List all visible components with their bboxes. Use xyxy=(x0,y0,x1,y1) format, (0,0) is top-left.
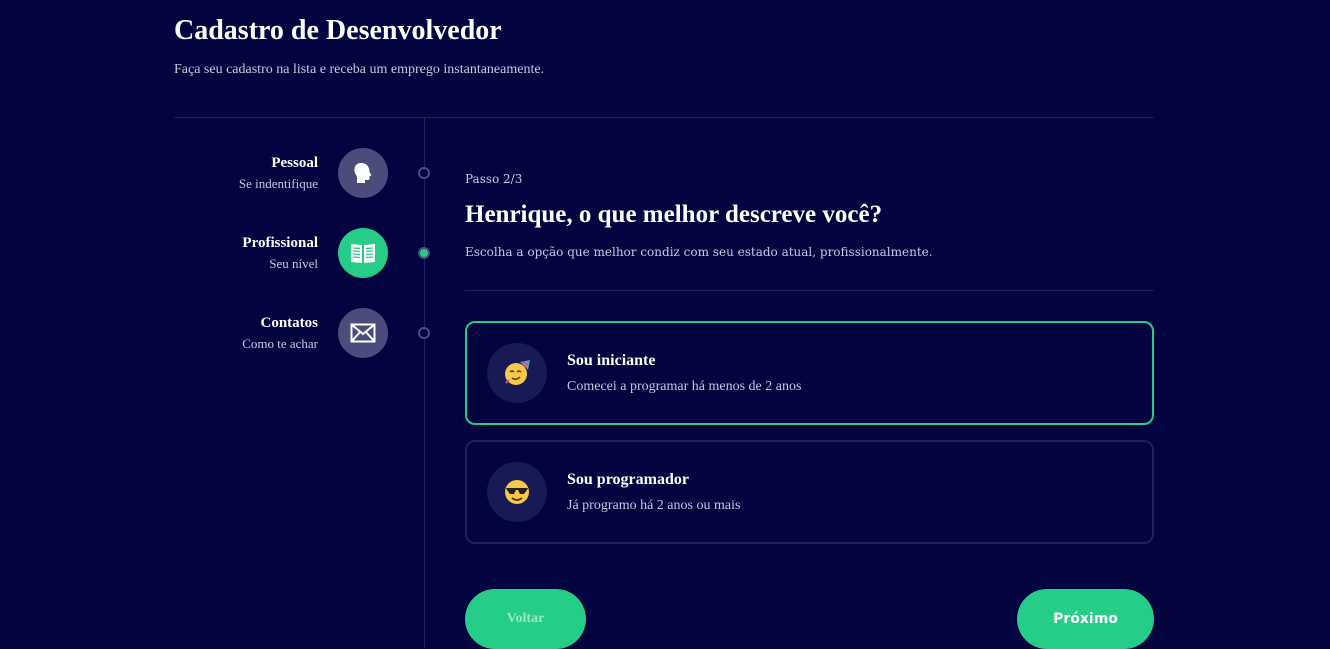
question-title: Henrique, o que melhor descreve você? xyxy=(465,201,883,228)
step-subtitle: Como te achar xyxy=(242,336,318,351)
option-description: Já programo há 2 anos ou mais xyxy=(567,498,741,513)
step-dot xyxy=(418,167,430,179)
page-title: Cadastro de Desenvolvedor xyxy=(174,15,502,46)
step-dot xyxy=(418,327,430,339)
head-icon xyxy=(338,148,388,198)
book-icon xyxy=(338,228,388,278)
next-button[interactable]: Próximo xyxy=(1017,589,1154,649)
step-text: Contatos Como te achar xyxy=(178,308,318,352)
registration-page: Cadastro de Desenvolvedor Faça seu cadas… xyxy=(174,0,1154,649)
header-divider xyxy=(174,117,1154,118)
option-description: Comecei a programar há menos de 2 anos xyxy=(567,379,802,394)
back-button[interactable]: Voltar xyxy=(465,589,586,649)
mail-icon xyxy=(338,308,388,358)
question-description: Escolha a opção que melhor condiz com se… xyxy=(465,245,933,259)
step-title: Profissional xyxy=(242,235,318,251)
sunglasses-face-icon xyxy=(487,462,547,522)
step-subtitle: Se indentifique xyxy=(238,176,318,191)
option-title: Sou programador xyxy=(567,471,689,488)
step-item-profissional[interactable]: Profissional Seu nível xyxy=(174,228,438,278)
page-subtitle: Faça seu cadastro na lista e receba um e… xyxy=(174,62,545,77)
step-subtitle: Seu nível xyxy=(269,256,318,271)
content-divider xyxy=(465,290,1154,291)
option-title: Sou iniciante xyxy=(567,352,656,369)
party-face-icon xyxy=(487,343,547,403)
step-title: Pessoal xyxy=(271,155,318,171)
step-title: Contatos xyxy=(260,315,318,331)
option-programador[interactable]: Sou programador Já programo há 2 anos ou… xyxy=(465,440,1154,544)
option-iniciante[interactable]: Sou iniciante Comecei a programar há men… xyxy=(465,321,1154,425)
step-text: Profissional Seu nível xyxy=(178,228,318,272)
step-text: Pessoal Se indentifique xyxy=(178,148,318,192)
step-dot-active xyxy=(418,247,430,259)
step-item-contatos[interactable]: Contatos Como te achar xyxy=(174,308,438,358)
step-item-pessoal[interactable]: Pessoal Se indentifique xyxy=(174,148,438,198)
step-counter: Passo 2/3 xyxy=(465,172,523,186)
